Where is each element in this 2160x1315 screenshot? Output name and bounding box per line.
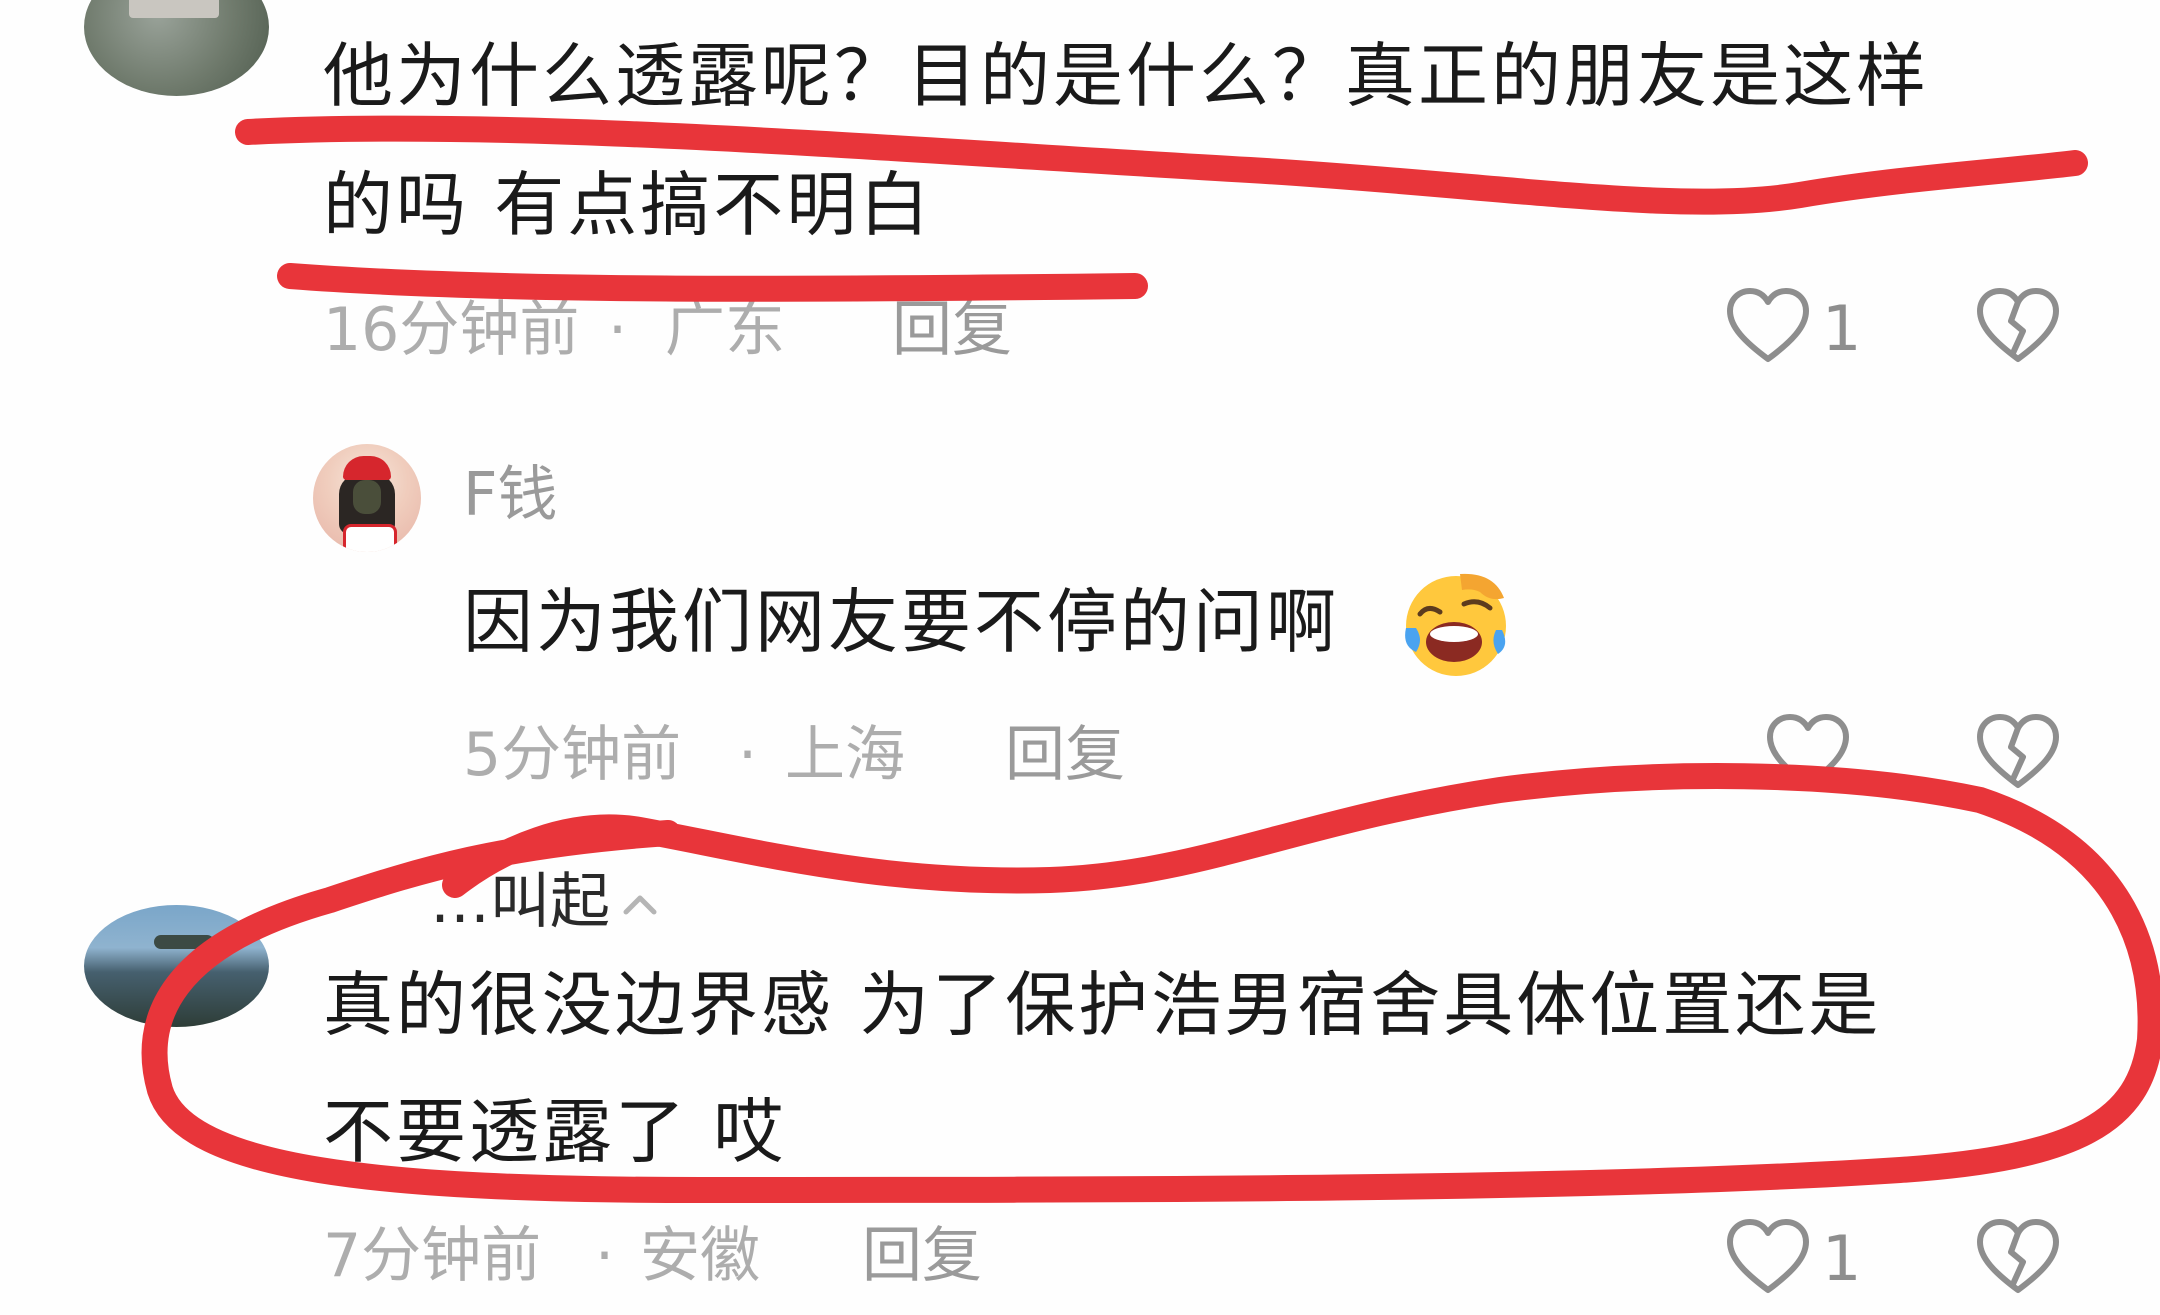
comment-1-location: 广东 xyxy=(665,295,785,365)
comment-1-time: 16分钟前 xyxy=(323,295,580,365)
avatar-island xyxy=(154,935,214,949)
comment-3-like-count: 1 xyxy=(1822,1222,1862,1295)
comment-1-like-count: 1 xyxy=(1822,292,1862,365)
comment-2-username[interactable]: F钱 xyxy=(463,465,558,525)
comment-2-reply-button[interactable]: 回复 xyxy=(1005,725,1125,785)
comment-3-separator: · xyxy=(595,1221,615,1291)
user-avatar-1[interactable] xyxy=(84,0,269,96)
comment-1-separator: · xyxy=(608,295,628,365)
broken-heart-icon[interactable] xyxy=(1975,1218,2061,1298)
heart-outline-icon[interactable] xyxy=(1725,1218,1811,1298)
user-avatar-3[interactable] xyxy=(84,905,269,1027)
avatar-face xyxy=(353,480,381,514)
laughing-crying-emoji xyxy=(1405,573,1506,676)
user-avatar-2[interactable] xyxy=(313,444,421,552)
comment-1-reply-button[interactable]: 回复 xyxy=(892,300,1012,360)
avatar-hat xyxy=(343,456,391,480)
comment-2-location: 上海 xyxy=(785,720,905,790)
comment-2-time: 5分钟前 xyxy=(463,720,682,790)
comment-3-reply-button[interactable]: 回复 xyxy=(862,1226,982,1286)
comment-3-text-line-2: 不要透露了 哎 xyxy=(323,1091,787,1173)
broken-heart-icon[interactable] xyxy=(1975,713,2061,793)
comment-3-text-line-1: 真的很没边界感 为了保护浩男宿舍具体位置还是 xyxy=(323,964,1882,1046)
avatar-house-roof xyxy=(129,0,219,18)
comment-1-text-line-2: 的吗 有点搞不明白 xyxy=(323,164,933,246)
comment-3-username[interactable]: …叫起 xyxy=(430,872,610,932)
comment-1-text-line-1: 他为什么透露呢？目的是什么？真正的朋友是这样 xyxy=(323,35,1929,117)
heart-outline-icon[interactable] xyxy=(1725,287,1811,367)
comment-2-text: 因为我们网友要不停的问啊 xyxy=(463,581,1339,663)
avatar-shirt xyxy=(343,524,397,552)
comment-thread-screenshot: 他为什么透露呢？目的是什么？真正的朋友是这样 的吗 有点搞不明白 16分钟前 ·… xyxy=(0,0,2160,1315)
chevron-up-icon xyxy=(623,895,657,915)
comment-3-time: 7分钟前 xyxy=(323,1221,542,1291)
comment-3-location: 安徽 xyxy=(640,1221,760,1291)
broken-heart-icon[interactable] xyxy=(1975,287,2061,367)
annotation-underline-2 xyxy=(277,263,1148,302)
comment-2-separator: · xyxy=(738,720,758,790)
heart-outline-icon[interactable] xyxy=(1765,713,1851,793)
